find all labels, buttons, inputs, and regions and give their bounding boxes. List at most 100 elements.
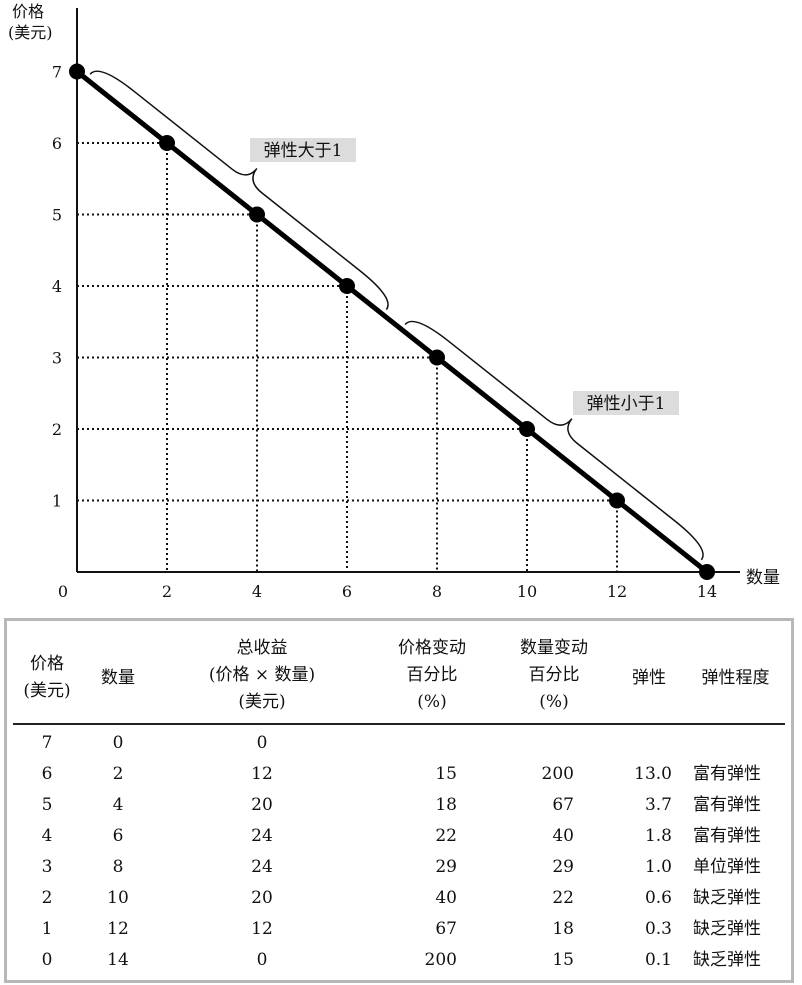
cell-elasticity: 1.8: [644, 826, 672, 846]
table-header: 价格 (美元) 数量 总收益 (价格 × 数量) (美元) 价格变动 百分比 (%) 数量…: [7, 621, 791, 724]
table-row: 7 0 0: [7, 728, 791, 758]
header-revenue: 总收益 (价格 × 数量) (美元): [208, 638, 316, 712]
cell-degree: 缺乏弹性: [693, 919, 761, 939]
cell-price-change: 40: [435, 888, 457, 908]
header-divider: [13, 723, 785, 725]
cell-quantity-change: 15: [552, 950, 574, 970]
header-quantity-change: 数量变动 百分比 (%): [520, 638, 588, 712]
y-tick-label: 7: [52, 63, 62, 82]
cell-quantity-change: 40: [552, 826, 574, 846]
cell-price: 2: [41, 888, 53, 908]
cell-price: 6: [41, 764, 53, 784]
cell-degree: 富有弹性: [693, 826, 761, 846]
elasticity-table: 价格 (美元) 数量 总收益 (价格 × 数量) (美元) 价格变动 百分比 (%) 数量…: [4, 618, 794, 983]
cell-price: 5: [41, 795, 53, 815]
cell-degree: 富有弹性: [693, 764, 761, 784]
cell-price-change: 22: [435, 826, 457, 846]
annotation-elastic: 弹性大于1: [264, 141, 343, 161]
brace-inelastic: [404, 320, 704, 561]
x-tick-label: 10: [517, 582, 537, 601]
data-point: [519, 421, 535, 437]
table-row: 6 2 12 15 200 13.0 富有弹性: [7, 759, 791, 789]
origin-label: 0: [58, 582, 68, 601]
cell-elasticity: 1.0: [644, 857, 672, 877]
data-point: [69, 63, 85, 80]
cell-elasticity: 13.0: [634, 764, 672, 784]
cell-price-change: 67: [435, 919, 457, 939]
cell-quantity-change: 18: [552, 919, 574, 939]
cell-quantity: 14: [107, 950, 129, 970]
data-point: [429, 349, 445, 366]
header-quantity: 数量: [101, 668, 135, 688]
cell-revenue: 12: [251, 764, 273, 784]
table-row: 2 10 20 40 22 0.6 缺乏弹性: [7, 883, 791, 913]
x-tick-label: 2: [162, 582, 172, 601]
cell-quantity: 6: [112, 826, 124, 846]
y-tick-label: 2: [52, 420, 62, 439]
cell-price-change: 18: [435, 795, 457, 815]
x-tick-label: 4: [252, 582, 262, 601]
elasticity-annotations: 弹性大于1 弹性小于1: [250, 138, 679, 415]
demand-curve-chart: 价格 (美元) 数量 0 2 4 6 8 10 12 141234567 弹性大于1 弹性小…: [8, 2, 780, 602]
cell-quantity-change: 67: [552, 795, 574, 815]
data-point: [159, 135, 175, 151]
cell-quantity: 12: [107, 919, 129, 939]
header-degree: 弹性程度: [701, 668, 770, 688]
cell-quantity-change: 200: [541, 764, 574, 784]
cell-elasticity: 0.1: [644, 950, 672, 970]
cell-quantity: 8: [112, 857, 124, 877]
cell-price: 7: [41, 733, 53, 753]
header-price-change: 价格变动 百分比 (%): [398, 638, 466, 712]
header-elasticity: 弹性: [632, 668, 666, 688]
drop-lines: [77, 142, 618, 572]
cell-elasticity: 3.7: [644, 795, 672, 815]
brace-elastic: [89, 70, 389, 311]
cell-quantity: 4: [112, 795, 124, 815]
x-tick-label: 6: [342, 582, 352, 601]
cell-revenue: 0: [256, 950, 268, 970]
cell-degree: 富有弹性: [693, 795, 761, 815]
cell-degree: 缺乏弹性: [693, 950, 761, 970]
cell-price-change: 15: [435, 764, 457, 784]
y-tick-label: 6: [52, 134, 62, 153]
x-tick-label: 12: [607, 582, 627, 601]
elasticity-braces: [89, 70, 704, 561]
tick-labels: 2 4 6 8 10 12 141234567: [52, 63, 717, 602]
data-point: [339, 278, 355, 294]
cell-revenue: 24: [251, 826, 273, 846]
data-point: [699, 564, 715, 580]
x-tick-label: 8: [432, 582, 442, 601]
table-row: 4 6 24 22 40 1.8 富有弹性: [7, 821, 791, 851]
table-row: 3 8 24 29 29 1.0 单位弹性: [7, 852, 791, 882]
cell-quantity: 10: [107, 888, 129, 908]
data-point: [249, 206, 265, 223]
y-tick-label: 3: [52, 349, 62, 368]
cell-revenue: 0: [256, 733, 268, 753]
cell-price: 3: [41, 857, 53, 877]
table-row: 0 14 0 200 15 0.1 缺乏弹性: [7, 945, 791, 975]
axes: [76, 8, 740, 573]
cell-quantity-change: 29: [552, 857, 574, 877]
x-axis-label: 数量: [746, 568, 780, 588]
cell-price: 4: [41, 826, 53, 846]
annotation-inelastic: 弹性小于1: [587, 394, 666, 414]
y-tick-label: 1: [52, 492, 62, 511]
header-price: 价格 (美元): [23, 654, 71, 701]
y-axis-label-line1: 价格: [12, 2, 44, 21]
cell-degree: 缺乏弹性: [693, 888, 761, 908]
cell-revenue: 12: [251, 919, 273, 939]
cell-quantity: 2: [112, 764, 124, 784]
table-row: 5 4 20 18 67 3.7 富有弹性: [7, 790, 791, 820]
cell-quantity-change: 22: [552, 888, 574, 908]
y-tick-label: 4: [52, 277, 62, 296]
cell-price-change: 200: [424, 950, 457, 970]
cell-quantity: 0: [112, 733, 124, 753]
cell-elasticity: 0.3: [644, 919, 672, 939]
cell-price: 0: [41, 950, 53, 970]
x-tick-label: 14: [697, 582, 717, 601]
cell-price-change: 29: [435, 857, 457, 877]
cell-revenue: 24: [251, 857, 273, 877]
cell-revenue: 20: [251, 795, 273, 815]
y-axis-label-line2: (美元): [8, 23, 53, 42]
cell-price: 1: [41, 919, 53, 939]
